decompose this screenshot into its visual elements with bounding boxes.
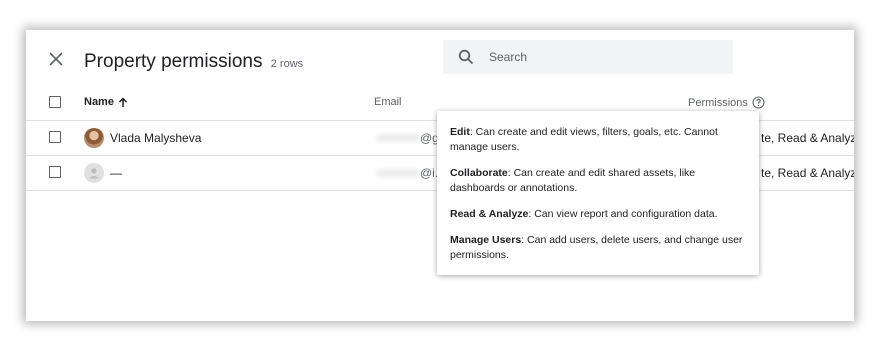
email-redacted [376,134,420,142]
name-header-label: Name [84,96,114,108]
tooltip-item-edit: Edit: Can create and edit views, filters… [450,125,750,155]
tooltip-term: Collaborate [450,167,508,179]
user-permissions: te, Read & Analyze, [761,166,854,180]
user-name: — [110,166,122,180]
person-icon [89,168,99,179]
name-column-header[interactable]: Name [84,96,128,108]
tooltip-term: Manage Users [450,234,522,246]
tooltip-item-manage-users: Manage Users: Can add users, delete user… [450,233,750,263]
tooltip-desc: : Can view report and configuration data… [528,208,718,220]
tooltip-item-collaborate: Collaborate: Can create and edit shared … [450,166,750,196]
user-permissions: te, Read & Analyze, [761,131,854,145]
row-count: 2 rows [270,58,304,70]
select-all-checkbox[interactable] [49,96,61,108]
email-column-header[interactable]: Email [374,96,402,108]
help-circle-icon[interactable] [752,96,765,109]
arrow-up-icon [118,96,127,107]
tooltip-item-read-analyze: Read & Analyze: Can view report and conf… [450,207,750,222]
permissions-header-label: Permissions [688,96,748,109]
permissions-tooltip: Edit: Can create and edit views, filters… [437,111,759,275]
tooltip-term: Read & Analyze [450,208,529,220]
close-button[interactable] [44,47,68,71]
search-icon [456,47,476,67]
search-box[interactable] [443,40,733,74]
tooltip-desc: : Can create and edit views, filters, go… [450,126,718,153]
user-name: Vlada Malysheva [110,131,202,145]
avatar [84,163,104,183]
dialog-title: Property permissions [84,51,263,72]
close-icon [49,52,63,66]
avatar [84,128,104,148]
tooltip-term: Edit [450,126,470,138]
row-checkbox[interactable] [49,131,61,143]
row-checkbox[interactable] [49,166,61,178]
permissions-dialog: Property permissions 2 rows Name Email P… [26,30,854,321]
permissions-column-header[interactable]: Permissions [688,96,765,109]
search-input[interactable] [487,49,711,65]
email-redacted [376,169,420,177]
page-title: Property permissions 2 rows [84,51,303,73]
